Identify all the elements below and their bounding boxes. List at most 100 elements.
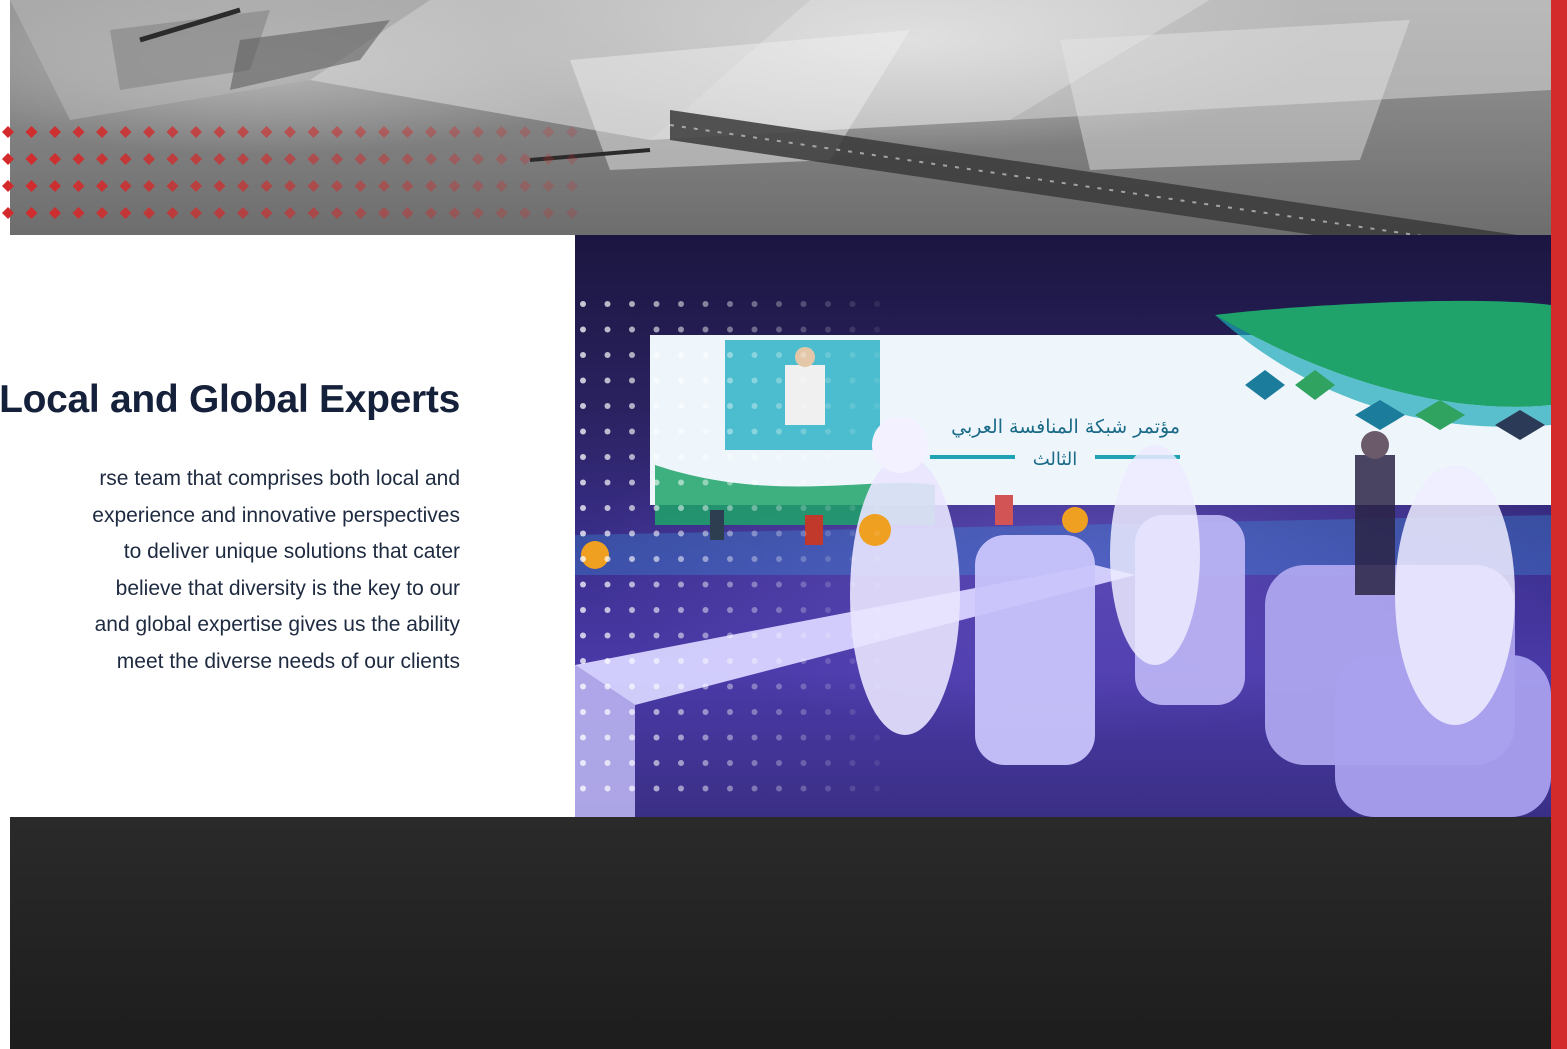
red-diamond-dot [260, 207, 273, 219]
white-dot [678, 301, 684, 307]
white-dot [604, 479, 611, 486]
white-dot [678, 581, 684, 588]
white-dot [580, 632, 586, 639]
white-dot [727, 658, 733, 664]
red-diamond-dot [331, 207, 343, 219]
body-line: believe that diversity is the key to our [115, 576, 460, 600]
white-dot [800, 505, 807, 511]
white-dot [604, 505, 611, 511]
white-dot [751, 734, 758, 741]
white-dot [874, 658, 880, 664]
red-diamond-dot [566, 153, 578, 165]
white-dot [678, 632, 684, 639]
white-dot [653, 607, 660, 613]
white-dot [751, 530, 758, 537]
white-dot [702, 454, 709, 460]
white-dot [702, 301, 709, 307]
white-dot [751, 377, 758, 384]
white-dot [727, 377, 733, 384]
section-body: rse team that comprises both local and e… [0, 461, 460, 680]
white-dot [849, 403, 856, 409]
white-dot [604, 377, 611, 384]
red-diamond-dot [448, 126, 461, 138]
white-dot [678, 734, 684, 741]
red-diamond-dot [378, 207, 390, 219]
white-dot [825, 607, 831, 613]
white-dot [604, 301, 611, 307]
red-diamond-dot [495, 153, 508, 165]
red-diamond-dot [519, 126, 531, 138]
white-dot [825, 301, 831, 307]
white-dot [580, 785, 586, 792]
white-dot [702, 632, 709, 639]
white-dot [751, 785, 758, 792]
red-diamond-dot [378, 126, 390, 138]
white-dot [874, 683, 880, 690]
white-dot [874, 709, 880, 715]
white-dot [849, 785, 856, 792]
white-dot [874, 607, 880, 613]
white-dot [629, 326, 635, 333]
white-dot [776, 326, 782, 333]
white-dot [678, 454, 684, 460]
white-dot [751, 556, 758, 562]
white-dot [678, 760, 684, 766]
white-dot [580, 326, 586, 333]
white-dot [825, 479, 831, 486]
white-dot [849, 454, 856, 460]
red-diamond-dot [378, 180, 390, 192]
white-dot [580, 301, 586, 307]
red-diamond-dot [331, 126, 343, 138]
white-dot [678, 556, 684, 562]
red-diamond-dot [495, 207, 508, 219]
white-dot [580, 403, 586, 409]
white-dot [874, 734, 880, 741]
red-diamond-dot [190, 207, 202, 219]
white-dot [653, 581, 660, 588]
white-dot [678, 505, 684, 511]
red-diamond-dot [307, 126, 320, 138]
white-dot [800, 785, 807, 792]
white-dot [604, 530, 611, 537]
red-diamond-dot [542, 207, 555, 219]
red-diamond-dot [49, 126, 61, 138]
white-dot [653, 352, 660, 358]
red-diamond-dot [566, 207, 578, 219]
white-dot [580, 607, 586, 613]
red-diamond-dot [425, 180, 437, 192]
white-dot [849, 581, 856, 588]
white-dot [776, 683, 782, 690]
red-diamond-dot [331, 180, 343, 192]
white-dot [776, 352, 782, 358]
red-diamond-dot [96, 153, 108, 165]
white-dot [580, 581, 586, 588]
red-diamond-dot [378, 153, 390, 165]
red-diamond-dot [472, 153, 484, 165]
body-line: meet the diverse needs of our clients [116, 649, 460, 673]
red-diamond-dot [143, 126, 155, 138]
white-dot [727, 760, 733, 766]
white-dot [874, 428, 880, 435]
white-dot [604, 454, 611, 460]
white-dot [653, 301, 660, 307]
white-dot [678, 785, 684, 792]
white-dot [678, 479, 684, 486]
white-dot [629, 403, 635, 409]
white-dot [727, 709, 733, 715]
white-dot [629, 607, 635, 613]
white-dot [874, 785, 880, 792]
white-dot [580, 505, 586, 511]
white-dot [800, 403, 807, 409]
red-diamond-dot [96, 126, 108, 138]
red-diamond-dot [72, 180, 85, 192]
body-line: experience and innovative perspectives [92, 503, 460, 527]
white-dot [874, 479, 880, 486]
white-dot [678, 403, 684, 409]
red-diamond-dot [542, 126, 555, 138]
red-diamond-dot [25, 126, 38, 138]
white-dot [702, 581, 709, 588]
white-dot [874, 530, 880, 537]
red-diamond-dot [72, 153, 85, 165]
white-dot [653, 403, 660, 409]
white-dot [776, 530, 782, 537]
